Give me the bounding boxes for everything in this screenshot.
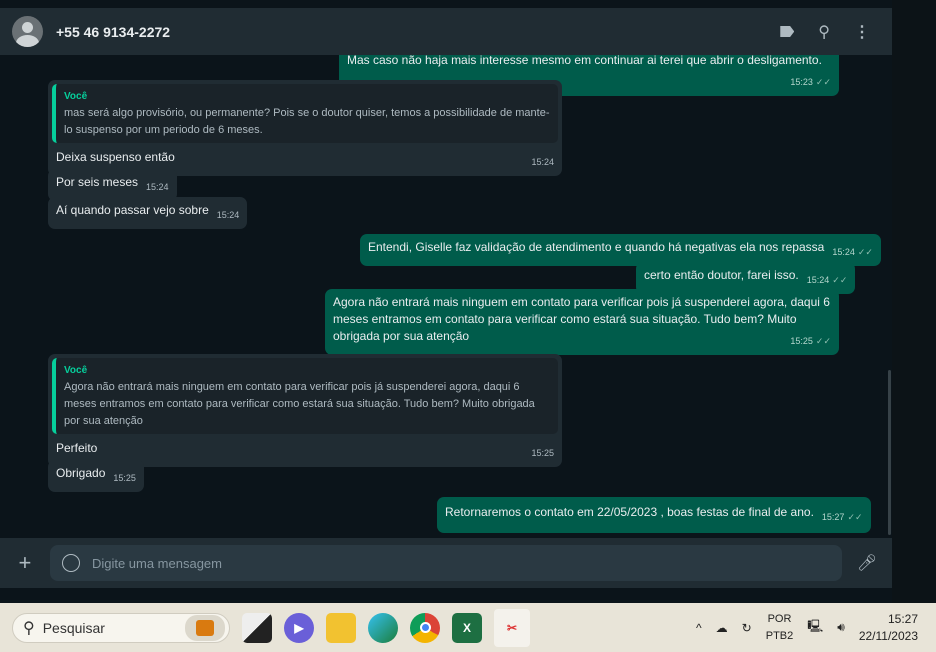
volume-icon[interactable]: 🔊︎ xyxy=(837,620,845,635)
language-indicator[interactable]: POR PTB2 xyxy=(766,611,794,645)
clock-time: 15:27 xyxy=(887,611,918,626)
emoji-icon[interactable] xyxy=(61,554,80,572)
message-text: certo então doutor, farei isso. xyxy=(644,268,799,282)
message-text: Perfeito xyxy=(56,441,98,455)
message-text: Obrigado xyxy=(56,466,106,480)
quote-text: Agora não entrará mais ninguem em contat… xyxy=(64,381,535,427)
chrome-icon[interactable] xyxy=(410,612,440,643)
message-text: Retornaremos o contato em 22/05/2023 , b… xyxy=(445,505,814,519)
quoted-message[interactable]: Você Agora não entrará mais ninguem em c… xyxy=(52,358,558,434)
cloud-offline-icon[interactable]: ☁ xyxy=(716,621,728,635)
read-ticks-icon: ✓✓ xyxy=(847,512,863,522)
read-ticks-icon: ✓✓ xyxy=(815,77,831,87)
chat-header: +55 46 9134-2272 ⚲ ⋮ xyxy=(0,8,892,55)
quote-author: Você xyxy=(64,365,88,376)
message-placeholder: Digite uma mensagem xyxy=(91,555,222,571)
show-hidden-icons-chevron-icon[interactable]: ^ xyxy=(696,621,702,635)
message-text: Mas caso não haja mais interesse mesmo e… xyxy=(347,55,822,67)
quote-author: Você xyxy=(64,91,88,102)
message-incoming: Você Agora não entrará mais ninguem em c… xyxy=(48,354,562,467)
label-icon[interactable] xyxy=(780,26,795,37)
search-icon: ⚲ xyxy=(23,619,35,637)
microphone-icon[interactable]: 🎤︎ xyxy=(842,553,892,573)
message-time: 15:25 xyxy=(113,473,136,483)
message-text: Deixa suspenso então xyxy=(56,150,175,164)
keyboard-layout: PTB2 xyxy=(765,629,794,642)
message-input[interactable]: Digite uma mensagem xyxy=(49,545,843,581)
message-time: 15:25 xyxy=(531,448,554,458)
message-incoming: Aí quando passar vejo sobre 15:24 xyxy=(48,197,248,229)
right-background xyxy=(892,0,936,603)
read-ticks-icon: ✓✓ xyxy=(857,247,873,257)
scrollbar[interactable] xyxy=(888,370,891,535)
message-time: 15:24 xyxy=(146,182,169,192)
message-list: Mas caso não haja mais interesse mesmo e… xyxy=(0,55,892,538)
message-time: 15:24 xyxy=(806,275,830,285)
message-time: 15:27 xyxy=(821,512,845,522)
message-outgoing: Agora não entrará mais ninguem em contat… xyxy=(325,289,839,355)
message-time: 15:25 xyxy=(790,336,813,346)
taskbar: ⚲ Pesquisar ▶ X ✂ ^ ☁ ↻ POR PTB2 🖳︎ 🔊︎ 1… xyxy=(0,603,936,652)
excel-icon[interactable]: X xyxy=(452,612,482,643)
avatar[interactable] xyxy=(12,16,43,47)
message-outgoing: Retornaremos o contato em 22/05/2023 , b… xyxy=(437,497,871,533)
message-time: 15:24 xyxy=(832,247,855,257)
taskbar-search[interactable]: ⚲ Pesquisar xyxy=(12,612,230,643)
attach-plus-icon[interactable]: + xyxy=(0,550,50,576)
quote-text: mas será algo provisório, ou permanente?… xyxy=(64,107,550,136)
message-text: Entendi, Giselle faz validação de atendi… xyxy=(368,240,825,254)
clock[interactable]: 15:27 22/11/2023 xyxy=(859,611,918,645)
quoted-message[interactable]: Você mas será algo provisório, ou perman… xyxy=(52,84,558,143)
menu-icon[interactable]: ⋮ xyxy=(854,22,870,42)
briefcase-icon[interactable] xyxy=(185,614,225,641)
edge-icon[interactable] xyxy=(368,612,398,643)
network-icon[interactable]: 🖳︎ xyxy=(807,617,823,638)
sync-icon[interactable]: ↻ xyxy=(742,621,752,635)
teams-icon[interactable]: ▶ xyxy=(284,612,314,643)
snipping-tool-icon[interactable]: ✂ xyxy=(494,608,530,647)
window-top xyxy=(0,0,936,8)
read-ticks-icon: ✓✓ xyxy=(832,275,848,285)
search-placeholder: Pesquisar xyxy=(42,619,105,636)
clock-date: 22/11/2023 xyxy=(858,628,918,643)
file-explorer-icon[interactable] xyxy=(326,612,356,643)
message-time: 15:23 xyxy=(790,77,813,87)
message-text: Aí quando passar vejo sobre xyxy=(56,203,209,217)
message-time: 15:24 xyxy=(216,210,240,220)
composer: + Digite uma mensagem 🎤︎ xyxy=(0,538,892,588)
message-time: 15:24 xyxy=(531,157,554,167)
message-text: Por seis meses xyxy=(56,175,139,189)
message-incoming: Obrigado 15:25 xyxy=(48,460,144,492)
read-ticks-icon: ✓✓ xyxy=(815,336,831,346)
language-code: POR xyxy=(767,612,792,625)
search-icon[interactable]: ⚲ xyxy=(818,22,830,42)
message-incoming: Você mas será algo provisório, ou perman… xyxy=(48,80,562,176)
message-text: Agora não entrará mais ninguem em contat… xyxy=(333,295,830,343)
contact-name[interactable]: +55 46 9134-2272 xyxy=(56,24,170,40)
task-view-icon[interactable] xyxy=(242,612,272,643)
